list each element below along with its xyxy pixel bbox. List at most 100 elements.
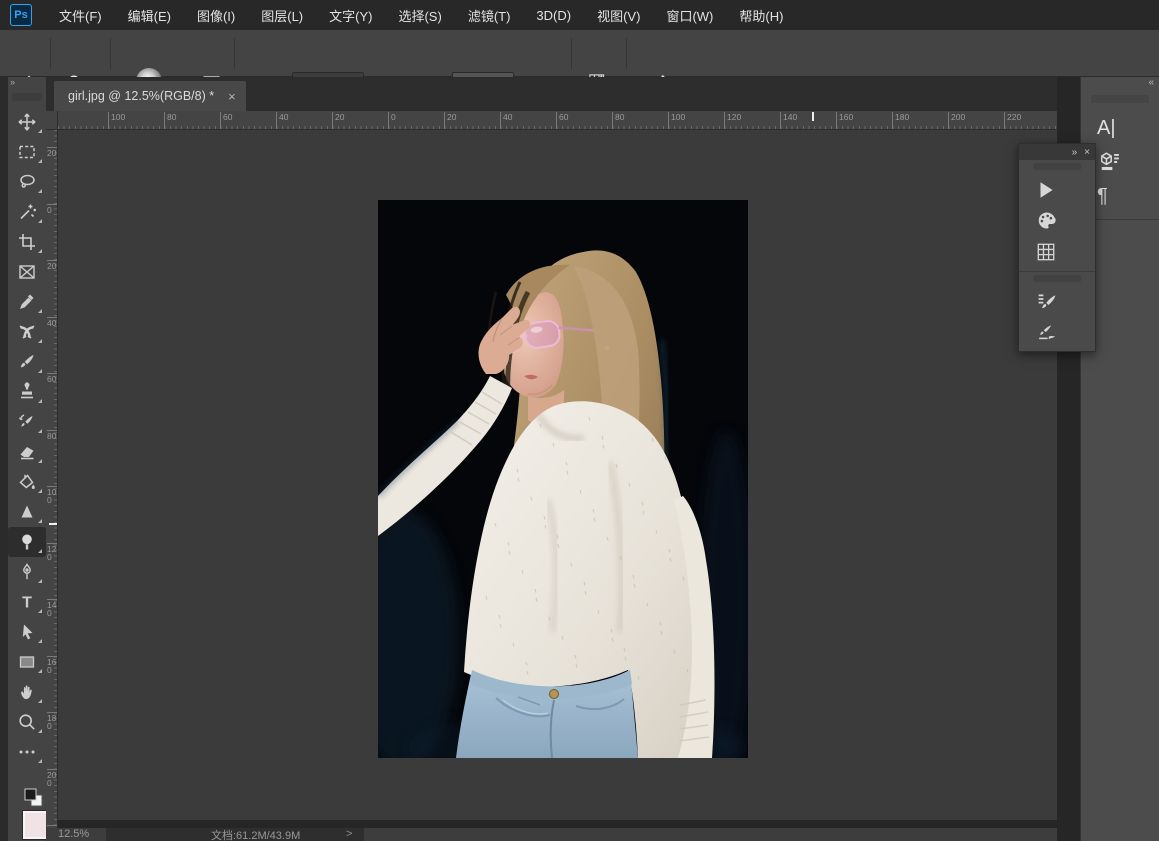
dock-collapse-icon[interactable]: « [1081, 77, 1159, 93]
hruler-label: 140 [780, 112, 797, 130]
menu-item-9[interactable]: 视图(V) [584, 0, 653, 30]
menu-item-5[interactable]: 文字(Y) [316, 0, 385, 30]
zoom-tool[interactable] [8, 707, 46, 737]
pen-tool[interactable] [8, 557, 46, 587]
menu-item-1[interactable]: 文件(F) [46, 0, 115, 30]
lasso-tool[interactable] [8, 167, 46, 197]
close-icon[interactable]: × [228, 89, 236, 104]
hruler-label: 120 [724, 112, 741, 130]
vruler-label: 100 [47, 486, 57, 504]
hruler-label: 160 [836, 112, 853, 130]
ruler-corner[interactable] [46, 111, 58, 130]
healing-brush-tool[interactable] [8, 317, 46, 347]
swatches-panel-icon[interactable] [1019, 205, 1097, 236]
photoshop-window: Ps 文件(F)编辑(E)图像(I)图层(L)文字(Y)选择(S)滤镜(T)3D… [0, 0, 1159, 841]
vruler-label: 20 [47, 260, 57, 270]
hruler-label: 20 [332, 112, 344, 130]
ruler-cursor-marker [49, 523, 58, 525]
vruler-label: 40 [47, 317, 57, 327]
document-tab-title: girl.jpg @ 12.5%(RGB/8) * [68, 89, 214, 103]
status-doc-segment: 文档:61.2M/43.9M [106, 828, 364, 841]
menu-item-3[interactable]: 图像(I) [184, 0, 248, 30]
menu-item-8[interactable]: 3D(D) [523, 0, 584, 30]
menu-bar: Ps 文件(F)编辑(E)图像(I)图层(L)文字(Y)选择(S)滤镜(T)3D… [0, 0, 1159, 30]
blur-tool[interactable] [8, 497, 46, 527]
type-tool[interactable]: T [8, 587, 46, 617]
status-zoom-level[interactable]: 12.5% [58, 828, 89, 840]
toolbar-edge [0, 77, 8, 841]
move-tool[interactable] [8, 107, 46, 137]
status-doc-info: 文档:61.2M/43.9M [211, 827, 300, 841]
document-tab-bar: girl.jpg @ 12.5%(RGB/8) * × [46, 77, 1057, 111]
actions-panel-icon[interactable] [1019, 174, 1097, 205]
vruler-label: 120 [47, 543, 57, 561]
floating-panel-header: » × [1019, 144, 1095, 160]
hruler-label: 40 [276, 112, 288, 130]
hruler-label: 100 [668, 112, 685, 130]
menu-item-4[interactable]: 图层(L) [248, 0, 316, 30]
vruler-label: 60 [47, 373, 57, 383]
eyedropper-tool[interactable] [8, 287, 46, 317]
toolbar-ghost-label [12, 93, 42, 101]
paint-bucket-tool[interactable] [8, 467, 46, 497]
hruler-label: 80 [164, 112, 176, 130]
frame-tool[interactable] [8, 257, 46, 287]
hruler-label: 60 [556, 112, 568, 130]
menu-item-2[interactable]: 编辑(E) [115, 0, 184, 30]
history-brush-tool[interactable] [8, 407, 46, 437]
ruler-cursor-marker [812, 112, 814, 121]
edit-toolbar-icon[interactable] [8, 737, 46, 767]
panel-ghost-label [1033, 275, 1081, 282]
hand-tool[interactable] [8, 677, 46, 707]
menu-item-11[interactable]: 帮助(H) [726, 0, 796, 30]
menu-item-6[interactable]: 选择(S) [385, 0, 454, 30]
panel-ghost-label [1033, 163, 1081, 170]
panel-divider [1019, 271, 1095, 272]
hruler-label: 200 [948, 112, 965, 130]
panel-close-icon[interactable]: × [1084, 147, 1089, 158]
vruler-label: 80 [47, 430, 57, 440]
brush-tool[interactable] [8, 347, 46, 377]
hruler-label: 40 [500, 112, 512, 130]
vruler-label: 140 [47, 599, 57, 617]
eraser-tool[interactable] [8, 437, 46, 467]
brushes-panel-icon[interactable] [1019, 317, 1097, 348]
tool-options-bar: ⌄ 25 ⌄ 范围: 阴影 ⌄ 曝光度: 100% ⌄ [0, 30, 1159, 77]
vruler-label: 0 [47, 204, 57, 214]
vruler-label: 160 [47, 656, 57, 674]
floating-panel: » × [1018, 143, 1096, 352]
crop-tool[interactable] [8, 227, 46, 257]
vertical-ruler[interactable]: 200204060801001201401601802002 [46, 130, 58, 828]
dock-ghost-label [1091, 95, 1149, 103]
clone-stamp-tool[interactable] [8, 377, 46, 407]
brush-settings-panel-icon[interactable] [1019, 286, 1097, 317]
canvas-pasteboard[interactable] [58, 130, 1057, 828]
rectangle-tool[interactable] [8, 647, 46, 677]
hruler-label: 0 [388, 112, 396, 130]
vruler-label: 200 [47, 769, 57, 787]
horizontal-ruler[interactable]: 1008060402002040608010012014016018020022… [58, 111, 1057, 130]
panel-collapse-icon[interactable]: » [1072, 147, 1077, 158]
patterns-panel-icon[interactable] [1019, 236, 1097, 267]
vruler-label: 20 [47, 147, 57, 157]
document-tab[interactable]: girl.jpg @ 12.5%(RGB/8) * × [54, 81, 246, 111]
hruler-label: 220 [1004, 112, 1021, 130]
marquee-tool[interactable] [8, 137, 46, 167]
dodge-tool[interactable] [8, 527, 46, 557]
document-image-girl[interactable] [378, 200, 748, 758]
toolbar: » T [8, 77, 46, 841]
photoshop-logo-icon: Ps [10, 4, 32, 26]
hruler-label: 100 [108, 112, 125, 130]
object-selection-tool[interactable] [8, 197, 46, 227]
status-bar: 12.5% 文档:61.2M/43.9M > [46, 828, 1057, 841]
path-selection-tool[interactable] [8, 617, 46, 647]
menu-item-7[interactable]: 滤镜(T) [455, 0, 524, 30]
svg-text:T: T [22, 595, 32, 612]
status-chevron-icon[interactable]: > [346, 828, 352, 840]
hruler-label: 180 [892, 112, 909, 130]
hruler-label: 80 [612, 112, 624, 130]
toolbar-collapse-icon[interactable]: » [8, 77, 46, 91]
character-panel-icon[interactable]: A| [1081, 111, 1159, 145]
hruler-label: 60 [220, 112, 232, 130]
menu-item-10[interactable]: 窗口(W) [653, 0, 726, 30]
